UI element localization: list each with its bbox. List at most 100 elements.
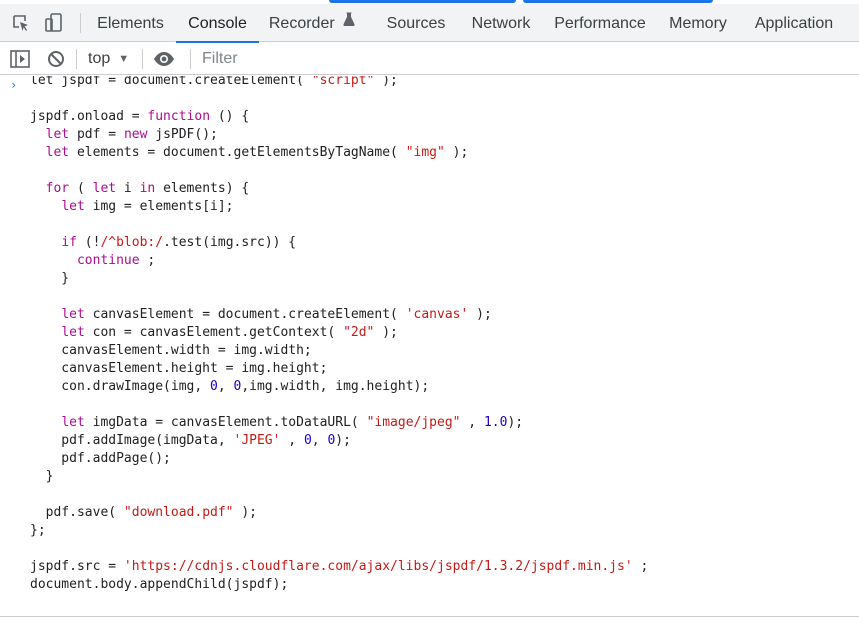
- code-token: "2d": [343, 325, 375, 340]
- flask-icon: [343, 2, 355, 42]
- code-token: 'JPEG': [233, 433, 281, 448]
- code-token: let: [61, 325, 85, 340]
- code-token: }: [30, 469, 54, 484]
- context-selector[interactable]: top ▼: [80, 47, 137, 71]
- code-token: ,img.width, img.height);: [241, 379, 430, 394]
- code-token: );: [374, 325, 398, 340]
- tab-network[interactable]: Network: [464, 4, 538, 42]
- code-line: let pdf = new jsPDF();: [30, 126, 648, 144]
- code-token: con.drawImage(img,: [30, 379, 211, 394]
- code-token: (!: [76, 235, 101, 250]
- code-line: jspdf.src = 'https://cdnjs.cloudflare.co…: [30, 558, 648, 576]
- separator: [142, 49, 143, 69]
- tab-label: Console: [188, 15, 247, 32]
- code-token: img = elements[i];: [84, 199, 234, 214]
- code-line: pdf.addImage(imgData, 'JPEG' , 0, 0);: [30, 432, 648, 450]
- code-line: }: [30, 270, 648, 288]
- code-line: let img = elements[i];: [30, 198, 648, 216]
- code-token: let: [92, 181, 117, 196]
- code-token: let: [61, 307, 85, 322]
- tab-recorder[interactable]: Recorder: [262, 4, 362, 42]
- inspect-element-icon[interactable]: [10, 12, 32, 34]
- code-token: "script": [311, 76, 375, 88]
- tab-elements[interactable]: Elements: [88, 4, 173, 42]
- separator: [76, 49, 77, 69]
- code-token: );: [444, 145, 469, 160]
- code-line: };: [30, 522, 648, 540]
- code-token: let jspdf = document.createElement(: [30, 76, 312, 88]
- code-token: let: [45, 145, 70, 160]
- tab-sources[interactable]: Sources: [381, 4, 451, 42]
- eye-icon[interactable]: [152, 48, 176, 70]
- code-token: 1.0: [483, 415, 508, 430]
- tab-memory[interactable]: Memory: [663, 4, 733, 42]
- code-token: };: [30, 523, 46, 538]
- tab-console[interactable]: Console: [176, 4, 259, 43]
- caret-down-icon: ▼: [118, 53, 130, 65]
- code-token: );: [374, 76, 398, 88]
- code-token: );: [507, 415, 524, 430]
- clear-console-icon[interactable]: [45, 48, 67, 70]
- code-token: ;: [139, 253, 156, 268]
- code-token: pdf.addImage(imgData,: [30, 433, 234, 448]
- code-token: 0: [303, 433, 312, 448]
- code-token: .test(img.src)) {: [163, 235, 297, 250]
- code-token: 0: [210, 379, 218, 394]
- code-token: jsPDF();: [147, 127, 218, 142]
- code-token: }: [30, 271, 70, 286]
- code-token: pdf.addPage();: [30, 451, 171, 466]
- code-line: document.body.appendChild(jspdf);: [30, 576, 648, 594]
- code-token: let: [45, 127, 70, 142]
- code-token: ,: [460, 415, 484, 430]
- code-token: pdf =: [69, 127, 124, 142]
- tab-label: Memory: [669, 15, 727, 32]
- tab-label: Elements: [97, 15, 164, 32]
- code-line: canvasElement.height = img.height;: [30, 360, 648, 378]
- console-output[interactable]: › let jspdf = document.createElement( "s…: [0, 76, 859, 616]
- sidebar-toggle-icon[interactable]: [9, 48, 31, 70]
- code-token: elements = document.getElementsByTagName…: [69, 145, 406, 160]
- chevron-right-icon: ›: [10, 78, 18, 92]
- code-token: let: [61, 199, 85, 214]
- code-token: document.body.appendChild(jspdf);: [30, 577, 289, 592]
- code-token: );: [468, 307, 492, 322]
- code-token: i: [116, 181, 140, 196]
- code-token: (: [69, 181, 93, 196]
- code-token: 'https://cdnjs.cloudflare.com/ajax/libs/…: [123, 559, 633, 574]
- filter-input[interactable]: [196, 48, 856, 70]
- code-token: 'canvas': [405, 307, 469, 322]
- code-line: for ( let i in elements) {: [30, 180, 648, 198]
- console-code-block: let jspdf = document.createElement( "scr…: [30, 76, 648, 594]
- tab-performance[interactable]: Performance: [551, 4, 649, 42]
- code-line: jspdf.onload = function () {: [30, 108, 648, 126]
- device-toolbar-icon[interactable]: [43, 12, 65, 34]
- code-line: canvasElement.width = img.width;: [30, 342, 648, 360]
- code-token: jspdf.src =: [30, 559, 124, 574]
- code-token: let: [61, 415, 85, 430]
- tab-application[interactable]: Application: [749, 4, 839, 42]
- separator: [190, 49, 191, 69]
- tab-label: Application: [754, 15, 834, 32]
- code-line: con.drawImage(img, 0, 0,img.width, img.h…: [30, 378, 648, 396]
- code-line: let imgData = canvasElement.toDataURL( "…: [30, 414, 648, 432]
- tab-label: Sources: [386, 15, 446, 32]
- tab-label: Performance: [554, 15, 646, 32]
- code-line: pdf.save( "download.pdf" );: [30, 504, 648, 522]
- code-token: );: [335, 433, 351, 448]
- browser-tab-indicator: [329, 0, 516, 3]
- tab-label: Recorder: [268, 15, 335, 33]
- code-token: jspdf.onload =: [30, 109, 148, 124]
- code-token: for: [45, 181, 70, 196]
- code-line: pdf.addPage();: [30, 450, 648, 468]
